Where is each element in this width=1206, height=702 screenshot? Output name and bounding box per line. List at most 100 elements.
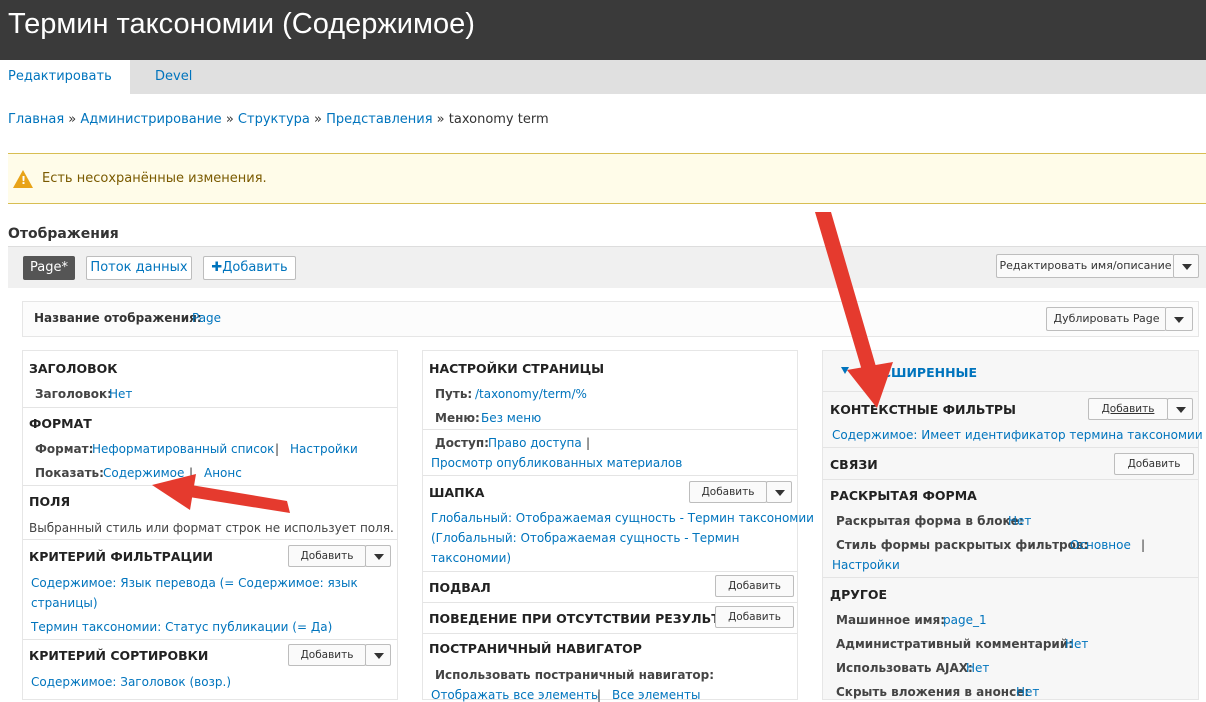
warning-text: Есть несохранённые изменения.	[42, 171, 267, 186]
divider	[423, 602, 797, 603]
access-value[interactable]: Право доступа	[488, 436, 582, 450]
add-display-button[interactable]: ✚Добавить	[203, 256, 296, 280]
breadcrumb-home[interactable]: Главная	[8, 112, 64, 127]
header-item-entity-cont2[interactable]: таксономии)	[431, 551, 511, 565]
menu-value[interactable]: Без меню	[481, 411, 541, 425]
exposed-style-value[interactable]: Основное	[1070, 538, 1131, 552]
fields-note: Выбранный стиль или формат строк не испо…	[29, 521, 394, 535]
chevron-down-icon[interactable]	[766, 481, 792, 503]
display-name-label: Название отображения:	[34, 311, 202, 325]
chevron-down-icon[interactable]	[365, 644, 391, 666]
page-title: Термин таксономии (Содержимое)	[8, 8, 475, 40]
divider	[823, 577, 1198, 578]
ajax-value[interactable]: Нет	[966, 661, 989, 675]
add-display-label: Добавить	[222, 260, 288, 275]
add-relationship-button[interactable]: Добавить	[1114, 453, 1194, 475]
breadcrumb-admin[interactable]: Администрирование	[80, 112, 221, 127]
section-title-exposed-form: РАСКРЫТАЯ ФОРМА	[830, 488, 977, 503]
breadcrumb-current: taxonomy term	[448, 112, 549, 127]
header-label: Заголовок:	[35, 387, 112, 401]
breadcrumb-structure[interactable]: Структура	[238, 112, 310, 127]
exposed-style-settings-link[interactable]: Настройки	[832, 558, 900, 572]
header-item-entity[interactable]: Глобальный: Отображаемая сущность - Терм…	[431, 511, 814, 525]
duplicate-display-button[interactable]: Дублировать Page	[1046, 307, 1166, 331]
chevron-down-icon[interactable]	[1173, 254, 1199, 278]
divider	[423, 571, 797, 572]
section-title-header-area: ШАПКА	[429, 485, 485, 500]
triangle-down-icon	[841, 367, 849, 374]
show-teaser-link[interactable]: Анонс	[204, 466, 242, 480]
format-value[interactable]: Неформатированный список	[92, 442, 274, 456]
show-label: Показать:	[35, 466, 104, 480]
chevron-down-icon[interactable]	[1167, 398, 1193, 420]
section-title-pager: ПОСТРАНИЧНЫЙ НАВИГАТОР	[429, 641, 642, 656]
breadcrumb-separator: »	[436, 112, 449, 127]
divider	[423, 429, 797, 430]
add-sort-button[interactable]: Добавить	[288, 644, 366, 666]
hide-attachments-value[interactable]: Нет	[1016, 685, 1039, 699]
path-label: Путь:	[435, 387, 473, 401]
pager-extra-link[interactable]: Все элементы	[612, 688, 700, 702]
add-contextual-filter-label: Добавить	[1101, 403, 1155, 415]
access-detail-link[interactable]: Просмотр опубликованных материалов	[431, 456, 682, 470]
edit-name-button[interactable]: Редактировать имя/описание	[996, 254, 1174, 278]
chevron-down-icon[interactable]	[365, 545, 391, 567]
divider	[423, 633, 797, 634]
hide-attachments-label: Скрыть вложения в анонсе:	[836, 685, 1030, 699]
section-title-other: ДРУГОЕ	[830, 587, 888, 602]
pager-label: Использовать постраничный навигатор:	[435, 668, 714, 682]
tab-devel[interactable]: Devel	[147, 60, 200, 94]
separator: |	[1141, 538, 1146, 552]
machine-name-label: Машинное имя:	[836, 613, 946, 627]
filter-item-language-cont[interactable]: страницы)	[31, 596, 98, 610]
add-filter-button[interactable]: Добавить	[288, 545, 366, 567]
unsaved-warning: ! Есть несохранённые изменения.	[8, 153, 1206, 204]
exposed-block-value[interactable]: Нет	[1008, 514, 1031, 528]
section-title-page-settings: НАСТРОЙКИ СТРАНИЦЫ	[429, 361, 605, 376]
warning-icon: !	[13, 170, 33, 188]
section-title-header: ЗАГОЛОВОК	[29, 361, 118, 376]
header-item-entity-cont[interactable]: (Глобальный: Отображаемая сущность - Тер…	[431, 531, 739, 545]
divider	[823, 391, 1198, 392]
divider	[23, 639, 397, 640]
column-main: ЗАГОЛОВОК Заголовок: Нет ФОРМАТ Формат: …	[22, 350, 398, 700]
machine-name-value[interactable]: page_1	[943, 613, 987, 627]
column-advanced: РАСШИРЕННЫЕ КОНТЕКСТНЫЕ ФИЛЬТРЫ Добавить…	[822, 350, 1203, 700]
display-tab-feed[interactable]: Поток данных	[86, 256, 192, 280]
separator: |	[586, 436, 591, 450]
admin-comment-label: Административный комментарий:	[836, 637, 1074, 651]
format-label: Формат:	[35, 442, 94, 456]
filter-item-status[interactable]: Термин таксономии: Статус публикации (= …	[31, 620, 332, 634]
advanced-toggle[interactable]: РАСШИРЕННЫЕ	[863, 365, 977, 380]
tab-edit[interactable]: Редактировать	[0, 60, 130, 94]
filter-item-language[interactable]: Содержимое: Язык перевода (= Содержимое:…	[31, 576, 358, 590]
section-title-format: ФОРМАТ	[29, 416, 92, 431]
divider	[423, 475, 797, 476]
section-title-filter: КРИТЕРИЙ ФИЛЬТРАЦИИ	[29, 549, 213, 564]
add-contextual-filter-button[interactable]: Добавить	[1088, 398, 1168, 420]
add-footer-button[interactable]: Добавить	[715, 575, 794, 597]
breadcrumb: Главная » Администрирование » Структура …	[8, 112, 549, 127]
format-settings-link[interactable]: Настройки	[290, 442, 358, 456]
breadcrumb-views[interactable]: Представления	[326, 112, 432, 127]
header-value[interactable]: Нет	[109, 387, 132, 401]
path-value[interactable]: /taxonomy/term/%	[475, 387, 587, 401]
contextual-filter-item[interactable]: Содержимое: Имеет идентификатор термина …	[832, 428, 1203, 442]
exposed-block-label: Раскрытая форма в блоке:	[836, 514, 1024, 528]
display-name-value[interactable]: Page	[192, 311, 221, 325]
divider	[23, 539, 397, 540]
section-title-fields: ПОЛЯ	[29, 494, 71, 509]
display-tab-page[interactable]: Page*	[23, 256, 75, 280]
add-header-button[interactable]: Добавить	[689, 481, 767, 503]
sort-item-title[interactable]: Содержимое: Заголовок (возр.)	[31, 675, 231, 689]
chevron-down-icon[interactable]	[1165, 307, 1193, 331]
pager-value[interactable]: Отображать все элементы	[431, 688, 600, 702]
menu-label: Меню:	[435, 411, 480, 425]
separator: |	[189, 466, 194, 480]
add-no-results-button[interactable]: Добавить	[715, 606, 794, 628]
displays-title: Отображения	[8, 226, 119, 242]
section-title-contextual-filters: КОНТЕКСТНЫЕ ФИЛЬТРЫ	[830, 402, 1016, 417]
divider	[23, 407, 397, 408]
show-value[interactable]: Содержимое	[103, 466, 184, 480]
admin-comment-value[interactable]: Нет	[1065, 637, 1088, 651]
